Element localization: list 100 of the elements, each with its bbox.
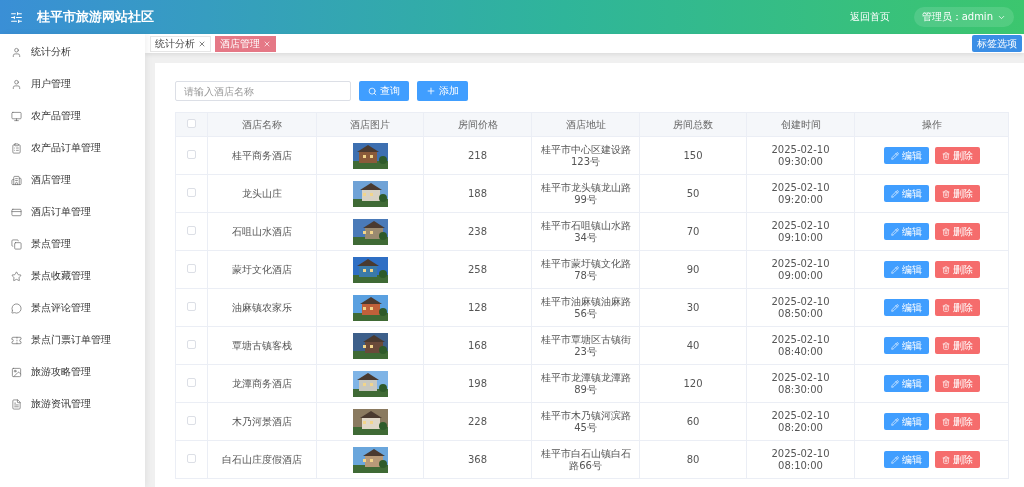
room-price: 218 [467,149,488,161]
room-count: 40 [686,339,700,351]
document-icon [11,398,22,410]
search-field[interactable]: 请输入酒店名称 [175,81,351,101]
sidebar-item[interactable]: 用户管理 [0,68,145,100]
room-price: 228 [467,415,488,427]
delete-button[interactable]: 删除 [934,451,980,468]
delete-button[interactable]: 删除 [934,261,980,278]
column-header: 酒店名称 [207,112,317,137]
created-time: 2025-02-10 09:20:00 [771,181,830,205]
query-button[interactable]: 查询 [359,81,409,101]
menu-icon[interactable] [10,10,23,24]
row-checkbox[interactable] [187,263,196,273]
row-checkbox[interactable] [187,377,196,387]
sidebar-item[interactable]: 景点收藏管理 [0,260,145,292]
room-count: 60 [686,415,700,427]
room-count: 120 [683,377,703,389]
room-count: 70 [686,225,700,237]
room-price: 238 [467,225,488,237]
tab-options-button[interactable]: 标签选项 [972,35,1022,52]
delete-button[interactable]: 删除 [934,375,980,392]
room-count: 30 [686,301,700,313]
hotel-address: 桂平市覃塘区古镇街23号 [540,333,631,357]
delete-button[interactable]: 删除 [934,147,980,164]
home-link[interactable]: 返回首页 [849,10,890,24]
sidebar-item[interactable]: 酒店管理 [0,164,145,196]
edit-button[interactable]: 编辑 [883,261,929,278]
hotel-name: 桂平商务酒店 [232,149,292,161]
pencil-icon [890,303,899,312]
delete-button[interactable]: 删除 [934,185,980,202]
sidebar-item[interactable]: 景点评论管理 [0,292,145,324]
pencil-icon [890,151,899,160]
edit-button[interactable]: 编辑 [883,451,929,468]
created-time: 2025-02-10 08:50:00 [771,295,830,319]
row-checkbox[interactable] [187,187,196,197]
edit-button[interactable]: 编辑 [883,223,929,240]
room-price: 128 [467,301,488,313]
sidebar-item[interactable]: 农产品订单管理 [0,132,145,164]
trash-icon [941,341,950,350]
user-icon [11,46,22,58]
column-header: 房间总数 [639,112,747,137]
tab[interactable]: 酒店管理 [215,35,276,52]
trash-icon [941,189,950,198]
ticket-icon [11,334,22,346]
column-header: 房间价格 [423,112,532,137]
tab[interactable]: 统计分析 [150,35,211,52]
sidebar-item[interactable]: 景点门票订单管理 [0,324,145,356]
add-button[interactable]: 添加 [417,81,468,101]
delete-button[interactable]: 删除 [934,223,980,240]
select-all-checkbox[interactable] [187,119,196,128]
edit-button[interactable]: 编辑 [883,147,929,164]
row-checkbox[interactable] [187,225,196,235]
room-price: 258 [467,263,488,275]
trash-icon [941,417,950,426]
created-time: 2025-02-10 08:30:00 [771,371,830,395]
hotel-address: 桂平市石咀镇山水路34号 [540,219,631,243]
hotel-name: 木乃河景酒店 [232,415,292,427]
trash-icon [941,227,950,236]
edit-button[interactable]: 编辑 [883,185,929,202]
delete-button[interactable]: 删除 [934,413,980,430]
hotel-address: 桂平市中心区建设路123号 [540,143,631,167]
close-icon[interactable] [263,39,271,48]
delete-button[interactable]: 删除 [934,337,980,354]
room-price: 168 [467,339,488,351]
app-title: 桂平市旅游网站社区 [37,8,155,26]
row-checkbox[interactable] [187,453,196,463]
pencil-icon [890,189,899,198]
row-checkbox[interactable] [187,415,196,425]
column-header: 操作 [854,112,1009,137]
trash-icon [941,379,950,388]
copy-icon [11,238,22,250]
sidebar-item[interactable]: 旅游资讯管理 [0,388,145,420]
sidebar-item[interactable]: 景点管理 [0,228,145,260]
hotel-name: 龙潭商务酒店 [232,377,292,389]
trash-icon [941,265,950,274]
edit-button[interactable]: 编辑 [883,375,929,392]
hotel-name: 白石山庄度假酒店 [222,453,302,465]
room-count: 90 [686,263,700,275]
column-header: 酒店地址 [531,112,640,137]
edit-button[interactable]: 编辑 [883,299,929,316]
delete-button[interactable]: 删除 [934,299,980,316]
sidebar-item[interactable]: 旅游攻略管理 [0,356,145,388]
edit-button[interactable]: 编辑 [883,337,929,354]
sidebar-item[interactable]: 农产品管理 [0,100,145,132]
hotel-name: 油麻镇农家乐 [232,301,292,313]
sidebar-item[interactable]: 统计分析 [0,36,145,68]
sidebar-item[interactable]: 酒店订单管理 [0,196,145,228]
row-checkbox[interactable] [187,149,196,159]
image-icon [11,366,22,378]
room-count: 50 [686,187,700,199]
close-icon[interactable] [198,39,206,48]
row-checkbox[interactable] [187,301,196,311]
row-checkbox[interactable] [187,339,196,349]
created-time: 2025-02-10 08:40:00 [771,333,830,357]
hotel-name: 蒙圩文化酒店 [232,263,292,275]
user-menu[interactable]: 管理员：admin [913,7,1014,27]
created-time: 2025-02-10 09:30:00 [771,143,830,167]
chat-bubble-icon [11,302,22,314]
edit-button[interactable]: 编辑 [883,413,929,430]
hotel-name: 覃塘古镇客栈 [232,339,292,351]
